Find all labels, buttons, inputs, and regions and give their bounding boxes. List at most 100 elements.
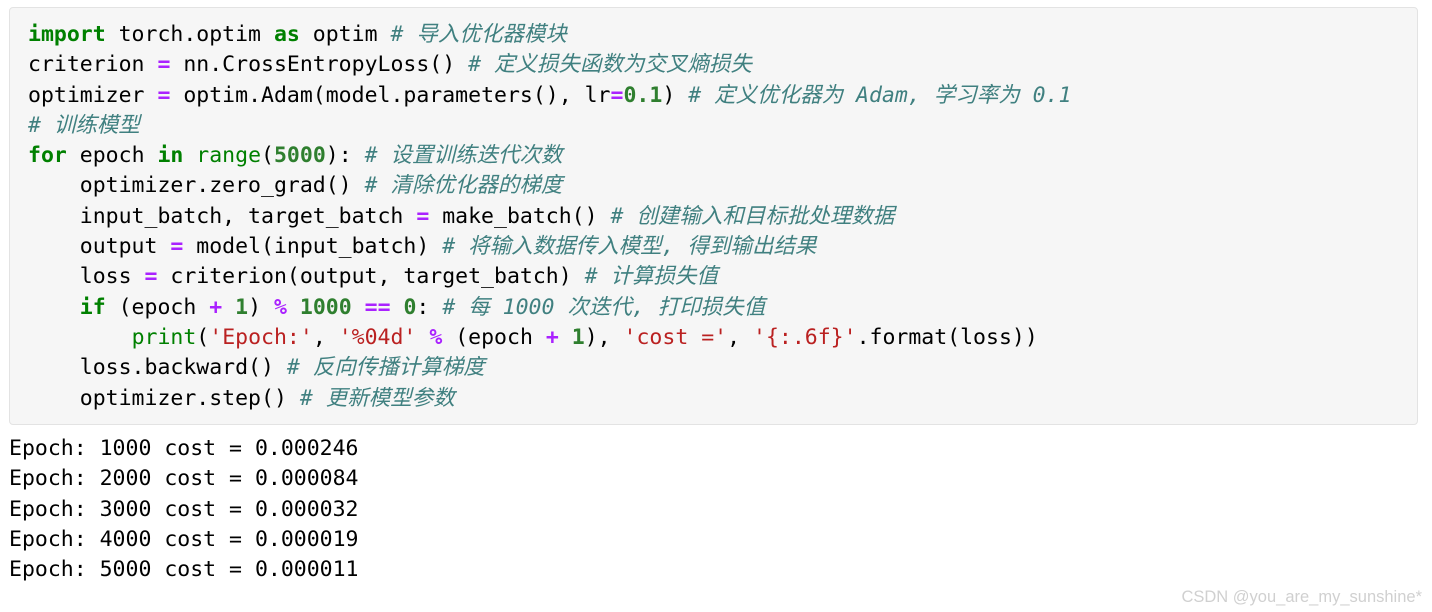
code-token-txt: loss: [28, 264, 145, 290]
code-token-txt: ,: [312, 324, 339, 350]
code-token-txt: criterion: [28, 52, 158, 78]
code-token-txt: optimizer: [28, 82, 158, 108]
code-token-num: 0: [403, 294, 417, 320]
program-output: Epoch: 1000 cost = 0.000246 Epoch: 2000 c…: [9, 434, 1418, 585]
code-token-txt: ): [248, 294, 274, 320]
code-token-txt: make_batch(): [429, 203, 611, 229]
code-line: optimizer.step() # 更新模型参数: [28, 384, 1417, 414]
code-token-txt: model(input_batch): [183, 234, 443, 260]
code-token-cmt: # 每 1000 次迭代, 打印损失值: [442, 294, 766, 320]
code-line: import torch.optim as optim # 导入优化器模块: [28, 20, 1417, 50]
code-token-cmt: # 计算损失值: [584, 264, 718, 290]
code-token-op: =: [157, 52, 171, 78]
code-token-op: +: [209, 294, 223, 320]
code-token-txt: (: [261, 143, 274, 169]
code-token-txt: :: [416, 294, 443, 320]
code-token-cmt: # 定义优化器为 Adam, 学习率为 0.1: [688, 82, 1072, 108]
code-token-txt: ),: [584, 324, 624, 350]
code-token-op: =: [610, 82, 624, 108]
code-token-op: =: [416, 203, 430, 229]
code-token-op: %: [273, 294, 287, 320]
code-token-op: %: [429, 324, 443, 350]
code-token-kw: in: [157, 143, 184, 169]
code-token-cmt: # 导入优化器模块: [390, 22, 567, 47]
code-token-txt: ):: [325, 143, 365, 169]
code-token-cmt: # 将输入数据传入模型, 得到输出结果: [442, 234, 817, 260]
code-token-cmt: # 训练模型: [28, 112, 140, 138]
code-token-txt: (: [196, 324, 210, 350]
code-lines-container: import torch.optim as optim # 导入优化器模块 cri…: [28, 20, 1417, 414]
code-token-kw: for: [28, 143, 67, 169]
code-token-txt: nn.CrossEntropyLoss(): [170, 52, 469, 78]
code-token-bi: range: [196, 143, 262, 169]
code-token-txt: output: [28, 234, 171, 260]
code-line: input_batch, target_batch = make_batch()…: [28, 202, 1417, 232]
code-token-num: 1: [571, 324, 585, 350]
code-token-str: 'cost =': [623, 324, 728, 350]
code-token-txt: optimizer.step(): [28, 385, 300, 411]
code-token-bi: print: [131, 324, 197, 350]
code-token-str: '%04d': [338, 324, 417, 350]
code-token-num: 1: [235, 294, 249, 320]
code-token-txt: ,: [727, 324, 753, 350]
code-token-txt: (epoch: [442, 324, 546, 350]
code-token-cmt: # 定义损失函数为交叉熵损失: [468, 52, 753, 78]
code-token-txt: criterion(output, target_batch): [157, 264, 585, 290]
code-token-txt: optim: [299, 22, 391, 47]
code-line: print('Epoch:', '%04d' % (epoch + 1), 'c…: [28, 323, 1417, 353]
code-token-txt: loss.backward(): [28, 355, 287, 381]
code-token-txt: input_batch, target_batch: [28, 203, 417, 229]
code-token-txt: optim.Adam(model.parameters(), lr: [170, 82, 611, 108]
output-line: Epoch: 2000 cost = 0.000084: [9, 466, 359, 492]
code-token-cmt: # 更新模型参数: [299, 385, 455, 411]
code-line: optimizer = optim.Adam(model.parameters(…: [28, 81, 1417, 111]
code-token-str: '{:.6f}': [753, 324, 857, 350]
code-token-cmt: # 清除优化器的梯度: [364, 173, 563, 199]
code-token-kw: as: [273, 22, 300, 47]
code-token-op: =: [144, 264, 158, 290]
code-token-op: ==: [364, 294, 391, 320]
code-line: # 训练模型: [28, 111, 1417, 141]
code-token-txt: optimizer.zero_grad(): [28, 173, 365, 199]
code-block[interactable]: import torch.optim as optim # 导入优化器模块 cri…: [9, 7, 1418, 425]
code-token-kw: if: [79, 294, 106, 320]
code-line: for epoch in range(5000): # 设置训练迭代次数: [28, 141, 1417, 171]
code-token-txt: .format(loss)): [856, 324, 1038, 350]
code-token-txt: ): [662, 82, 689, 108]
code-token-num: 0.1: [623, 82, 663, 108]
code-line: criterion = nn.CrossEntropyLoss() # 定义损失…: [28, 50, 1417, 80]
code-token-num: 5000: [273, 143, 326, 169]
code-token-txt: torch.optim: [105, 22, 274, 47]
code-token-num: 1000: [299, 294, 352, 320]
output-line: Epoch: 4000 cost = 0.000019: [9, 526, 359, 552]
output-line: Epoch: 5000 cost = 0.000011: [9, 557, 359, 583]
code-token-txt: (epoch: [105, 294, 210, 320]
code-line: if (epoch + 1) % 1000 == 0: # 每 1000 次迭代…: [28, 293, 1417, 323]
code-token-op: =: [157, 82, 171, 108]
code-line: loss.backward() # 反向传播计算梯度: [28, 353, 1417, 383]
output-line: Epoch: 3000 cost = 0.000032: [9, 496, 359, 522]
code-token-str: 'Epoch:': [209, 324, 313, 350]
code-token-cmt: # 反向传播计算梯度: [286, 355, 485, 381]
watermark: CSDN @you_are_my_sunshine*: [1181, 588, 1422, 606]
code-token-cmt: # 创建输入和目标批处理数据: [610, 203, 895, 229]
output-line: Epoch: 1000 cost = 0.000246: [9, 436, 359, 461]
code-line: loss = criterion(output, target_batch) #…: [28, 262, 1417, 292]
code-token-txt: epoch: [66, 143, 158, 169]
code-token-kw: import: [28, 22, 106, 47]
code-line: output = model(input_batch) # 将输入数据传入模型,…: [28, 232, 1417, 262]
output-lines-container: Epoch: 1000 cost = 0.000246 Epoch: 2000 c…: [9, 434, 1418, 585]
code-token-cmt: # 设置训练迭代次数: [364, 143, 563, 169]
code-token-op: +: [545, 324, 559, 350]
code-token-op: =: [170, 234, 184, 260]
code-line: optimizer.zero_grad() # 清除优化器的梯度: [28, 171, 1417, 201]
